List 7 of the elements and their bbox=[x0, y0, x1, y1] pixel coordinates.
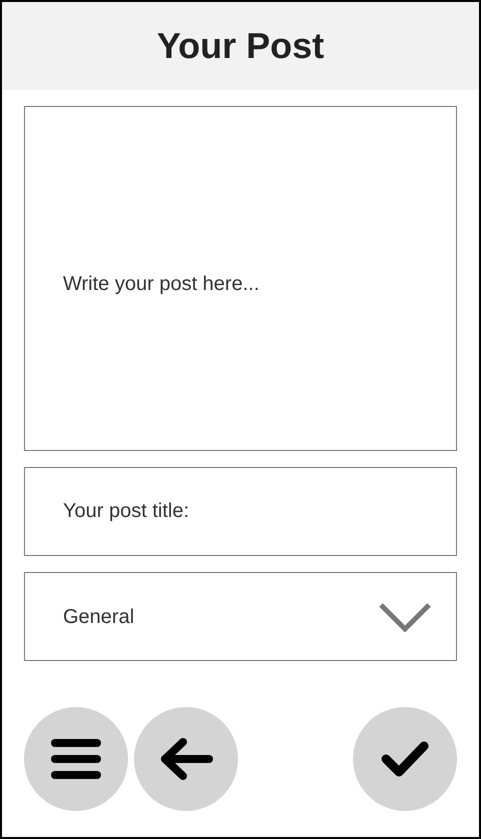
category-dropdown[interactable]: General bbox=[24, 572, 457, 661]
chevron-down-icon bbox=[378, 602, 432, 632]
post-field[interactable]: Write your post here... bbox=[24, 106, 457, 451]
check-icon bbox=[380, 739, 430, 779]
menu-icon bbox=[50, 737, 102, 781]
title-field[interactable]: Your post title: bbox=[24, 467, 457, 556]
page-title: Your Post bbox=[156, 24, 324, 68]
